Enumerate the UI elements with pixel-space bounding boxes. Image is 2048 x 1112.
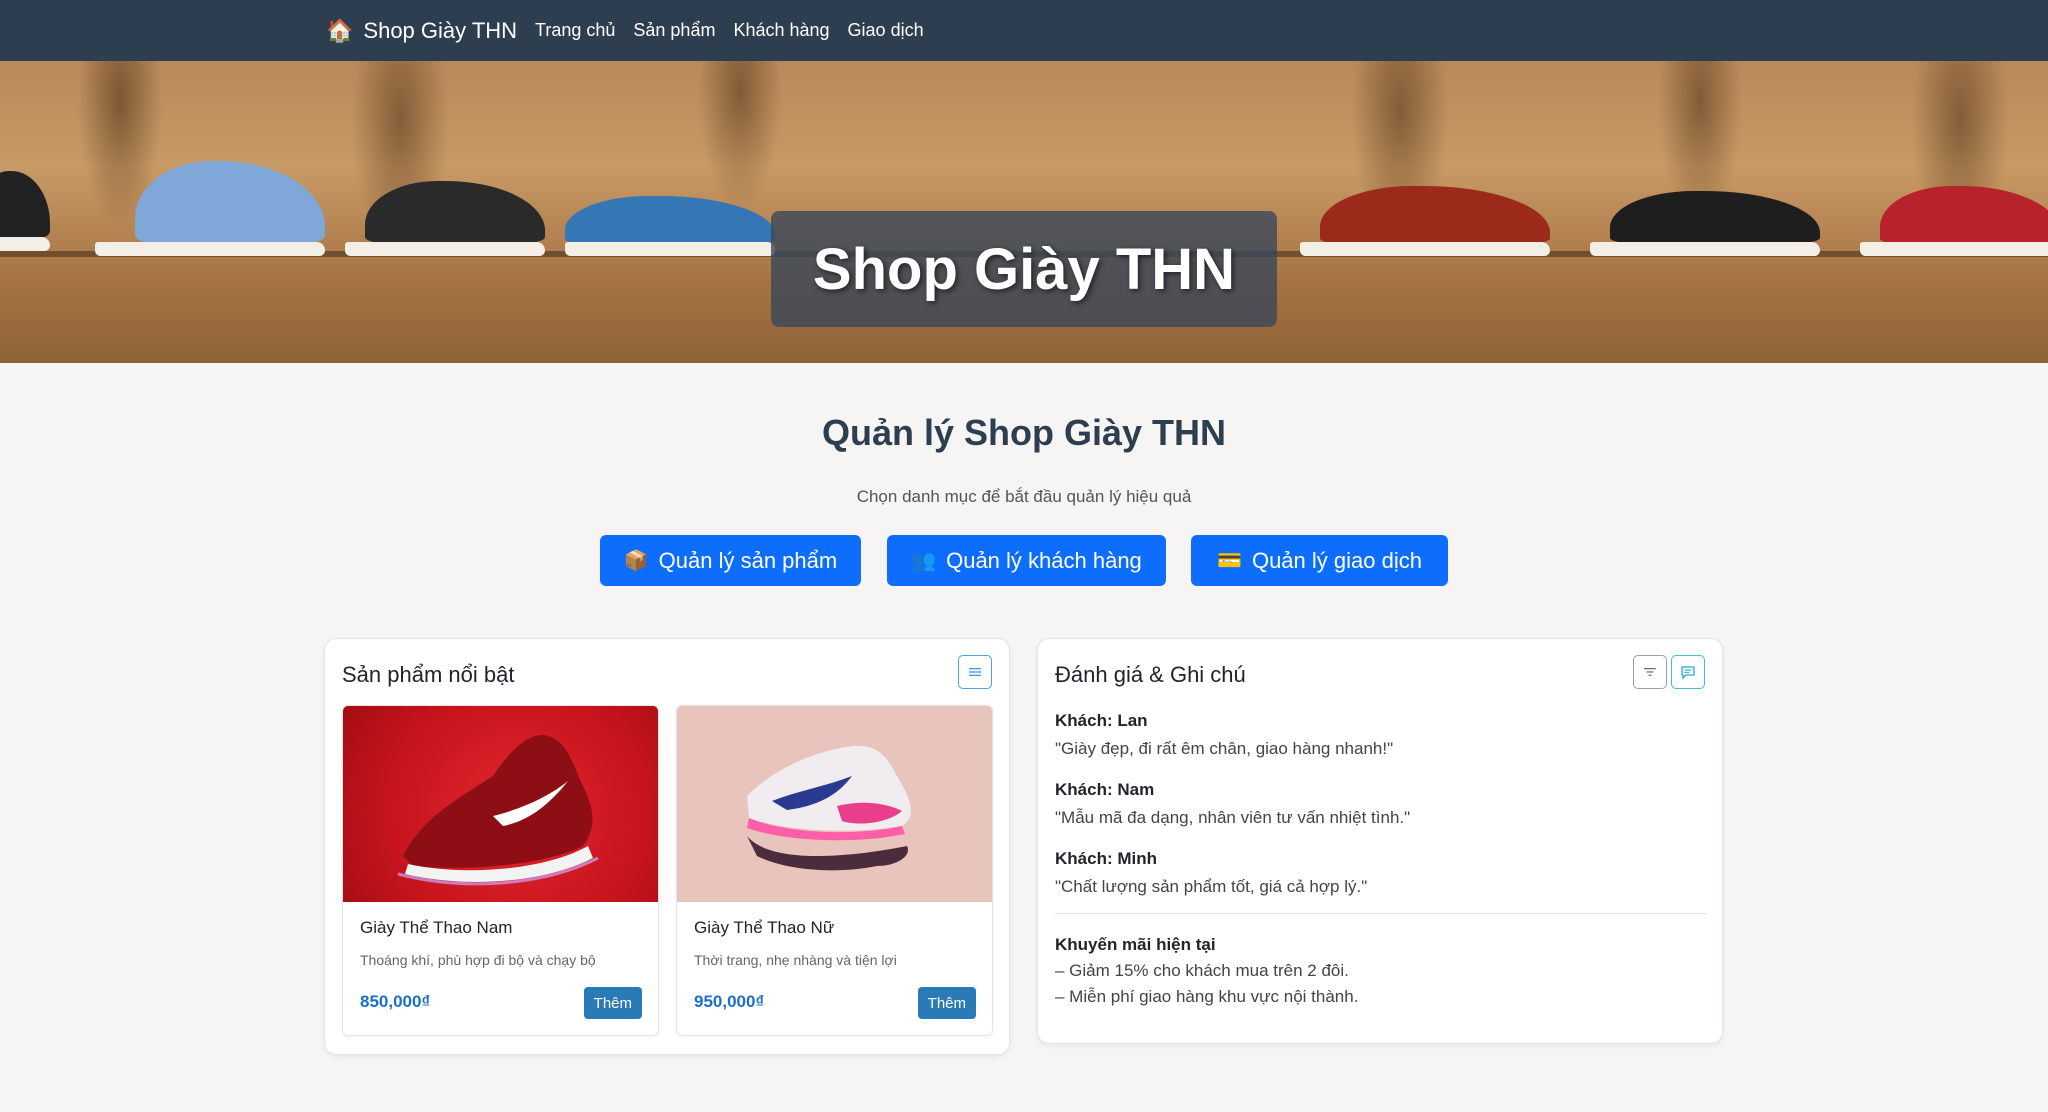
people-icon: 👥 bbox=[911, 550, 937, 572]
product-description: Thoáng khí, phù hợp đi bộ và chạy bộ bbox=[360, 952, 596, 968]
page-title: Quản lý Shop Giày THN bbox=[821, 412, 1227, 453]
review-item: Khách: Nam "Mẫu mã đa dạng, nhân viên tư… bbox=[1055, 780, 1410, 828]
review-text: "Chất lượng sản phẩm tốt, giá cả hợp lý.… bbox=[1055, 877, 1368, 896]
navbar: 🏠 Shop Giày THN Trang chủ Sản phẩm Khách… bbox=[0, 0, 2048, 61]
product-price: 950,000₫ bbox=[694, 992, 765, 1011]
manage-products-label: Quản lý sản phẩm bbox=[658, 547, 838, 573]
featured-products-card: Sản phẩm nổi bật Giày Thể Thao Nam Thoán… bbox=[324, 638, 1010, 1055]
shoe-image bbox=[565, 196, 775, 256]
review-author: Khách: Minh bbox=[1055, 849, 1157, 868]
reviews-title: Đánh giá & Ghi chú bbox=[1055, 662, 1246, 687]
reviews-card: Đánh giá & Ghi chú Khách: Lan "Giày đẹp,… bbox=[1037, 638, 1723, 1044]
product-name: Giày Thể Thao Nữ bbox=[694, 918, 835, 937]
product-image bbox=[343, 706, 658, 902]
review-text: "Mẫu mã đa dạng, nhân viên tư vấn nhiệt … bbox=[1055, 808, 1411, 827]
review-item: Khách: Minh "Chất lượng sản phẩm tốt, gi… bbox=[1055, 849, 1367, 897]
manage-customers-label: Quản lý khách hàng bbox=[946, 547, 1142, 573]
divider bbox=[1055, 913, 1706, 914]
filter-button[interactable] bbox=[1633, 655, 1667, 689]
promo-line: – Miễn phí giao hàng khu vực nội thành. bbox=[1055, 987, 1359, 1006]
chat-button[interactable] bbox=[1671, 655, 1705, 689]
page-subtitle: Chọn danh mục để bắt đầu quản lý hiệu qu… bbox=[856, 487, 1192, 506]
manage-products-button[interactable]: 📦 Quản lý sản phẩm bbox=[600, 535, 861, 586]
brand-link[interactable]: 🏠 Shop Giày THN bbox=[326, 0, 517, 61]
product-card[interactable]: Giày Thể Thao Nam Thoáng khí, phù hợp đi… bbox=[342, 705, 659, 1036]
pink-sneaker-illustration bbox=[747, 745, 912, 871]
hero-title: Shop Giày THN bbox=[812, 236, 1236, 302]
nav-link-products[interactable]: Sản phẩm bbox=[633, 20, 715, 41]
review-author: Khách: Nam bbox=[1055, 780, 1155, 799]
nav-link-customers[interactable]: Khách hàng bbox=[733, 20, 829, 41]
product-image bbox=[677, 706, 992, 902]
red-sneaker-illustration bbox=[397, 735, 599, 886]
add-product-button[interactable]: Thêm bbox=[583, 987, 642, 1019]
nav-links: Trang chủ Sản phẩm Khách hàng Giao dịch bbox=[535, 0, 924, 61]
product-price: 850,000₫ bbox=[360, 992, 431, 1011]
product-description: Thời trang, nhẹ nhàng và tiện lợi bbox=[694, 952, 897, 968]
product-card[interactable]: Giày Thể Thao Nữ Thời trang, nhẹ nhàng v… bbox=[676, 705, 993, 1036]
shoe-image bbox=[345, 181, 545, 256]
shoe-image bbox=[95, 161, 325, 256]
credit-card-icon: 💳 bbox=[1217, 550, 1242, 572]
shoe-image bbox=[1590, 191, 1820, 256]
manage-transactions-button[interactable]: 💳 Quản lý giao dịch bbox=[1191, 535, 1448, 586]
review-text: "Giày đẹp, đi rất êm chân, giao hàng nha… bbox=[1055, 739, 1394, 758]
review-item: Khách: Lan "Giày đẹp, đi rất êm chân, gi… bbox=[1055, 711, 1393, 759]
chat-icon bbox=[1681, 666, 1695, 679]
add-product-button[interactable]: Thêm bbox=[917, 987, 976, 1019]
product-name: Giày Thể Thao Nam bbox=[360, 918, 513, 937]
shoe-image bbox=[1300, 186, 1550, 256]
nav-link-transactions[interactable]: Giao dịch bbox=[848, 20, 924, 41]
featured-products-title: Sản phẩm nổi bật bbox=[342, 662, 515, 687]
package-icon: 📦 bbox=[623, 550, 649, 572]
brand-label: Shop Giày THN bbox=[363, 17, 518, 43]
manage-customers-button[interactable]: 👥 Quản lý khách hàng bbox=[887, 535, 1166, 586]
shoe-image bbox=[1860, 186, 2048, 256]
list-icon bbox=[969, 668, 981, 676]
review-author: Khách: Lan bbox=[1055, 711, 1148, 730]
promo-line: – Giảm 15% cho khách mua trên 2 đôi. bbox=[1055, 961, 1349, 980]
house-icon: 🏠 bbox=[326, 17, 354, 43]
shoe-image bbox=[0, 171, 50, 251]
manage-transactions-label: Quản lý giao dịch bbox=[1251, 547, 1422, 573]
filter-icon bbox=[1644, 668, 1656, 676]
promo-title: Khuyến mãi hiện tại bbox=[1055, 935, 1216, 954]
nav-link-home[interactable]: Trang chủ bbox=[535, 20, 615, 41]
list-view-button[interactable] bbox=[958, 655, 992, 689]
hero-banner: Shop Giày THN bbox=[0, 61, 2048, 363]
hero-title-box: Shop Giày THN bbox=[771, 211, 1277, 327]
